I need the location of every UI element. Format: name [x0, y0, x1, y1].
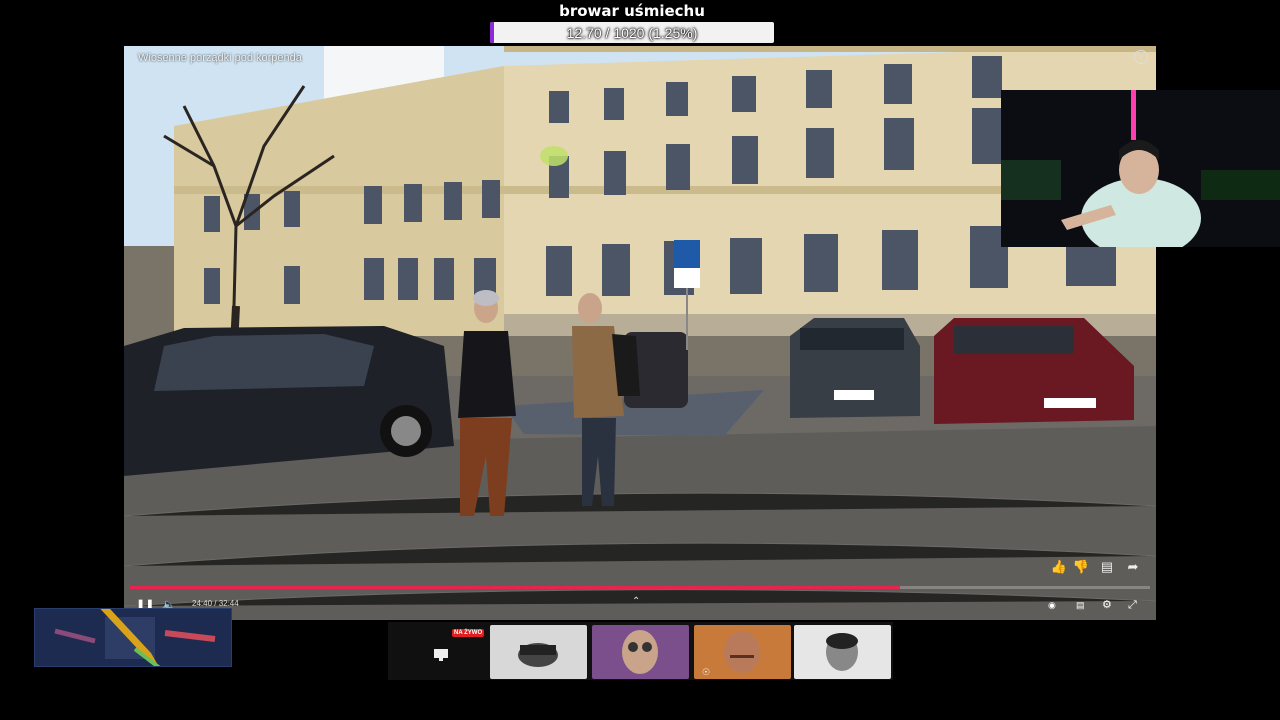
source-screen[interactable]: NA ŻYWO	[392, 625, 489, 679]
autoplay-icon[interactable]: ◉	[1048, 598, 1056, 612]
info-icon[interactable]: i	[1134, 50, 1148, 64]
player-controls: ❚❚ 🔈 24:40 / 32:44 ⌃ ◉ ▤ ⚙ ⤢	[124, 590, 1156, 620]
source-face-purple[interactable]	[592, 625, 689, 679]
time-display: 24:40 / 32:44	[192, 599, 239, 608]
thumb-up-icon[interactable]: 👍	[1050, 558, 1068, 576]
comment-icon[interactable]: ▤	[1098, 558, 1116, 576]
goal-title: browar uśmiechu	[559, 2, 705, 20]
settings-icon[interactable]: ⚙	[1102, 598, 1112, 612]
video-progress-bar[interactable]	[130, 586, 1150, 589]
webcam-feed	[1001, 90, 1280, 247]
share-icon[interactable]: ➦	[1124, 558, 1142, 576]
source-face-gray[interactable]	[794, 625, 891, 679]
goal-progress-bar: 12.70 / 1020 (1.25%)	[490, 22, 774, 43]
thumb-down-icon[interactable]: 👎	[1072, 558, 1090, 576]
subtitles-icon[interactable]: ▤	[1076, 598, 1085, 612]
chevron-up-icon[interactable]: ⌃	[632, 596, 640, 607]
goal-progress-text: 12.70 / 1020 (1.25%)	[566, 25, 698, 41]
source-face-orange[interactable]: ☉	[694, 625, 791, 679]
source-bar: NA ŻYWO ☉	[388, 622, 893, 680]
video-progress-fill	[130, 586, 901, 589]
source-car[interactable]	[490, 625, 587, 679]
live-badge: NA ŻYWO	[452, 629, 485, 637]
knife-skin-widget	[34, 597, 232, 671]
video-title: Wiosenne porządki pod korpenda	[138, 52, 302, 64]
exit-fullscreen-icon[interactable]: ⤢	[1128, 598, 1137, 612]
svg-text:☉: ☉	[702, 668, 710, 678]
